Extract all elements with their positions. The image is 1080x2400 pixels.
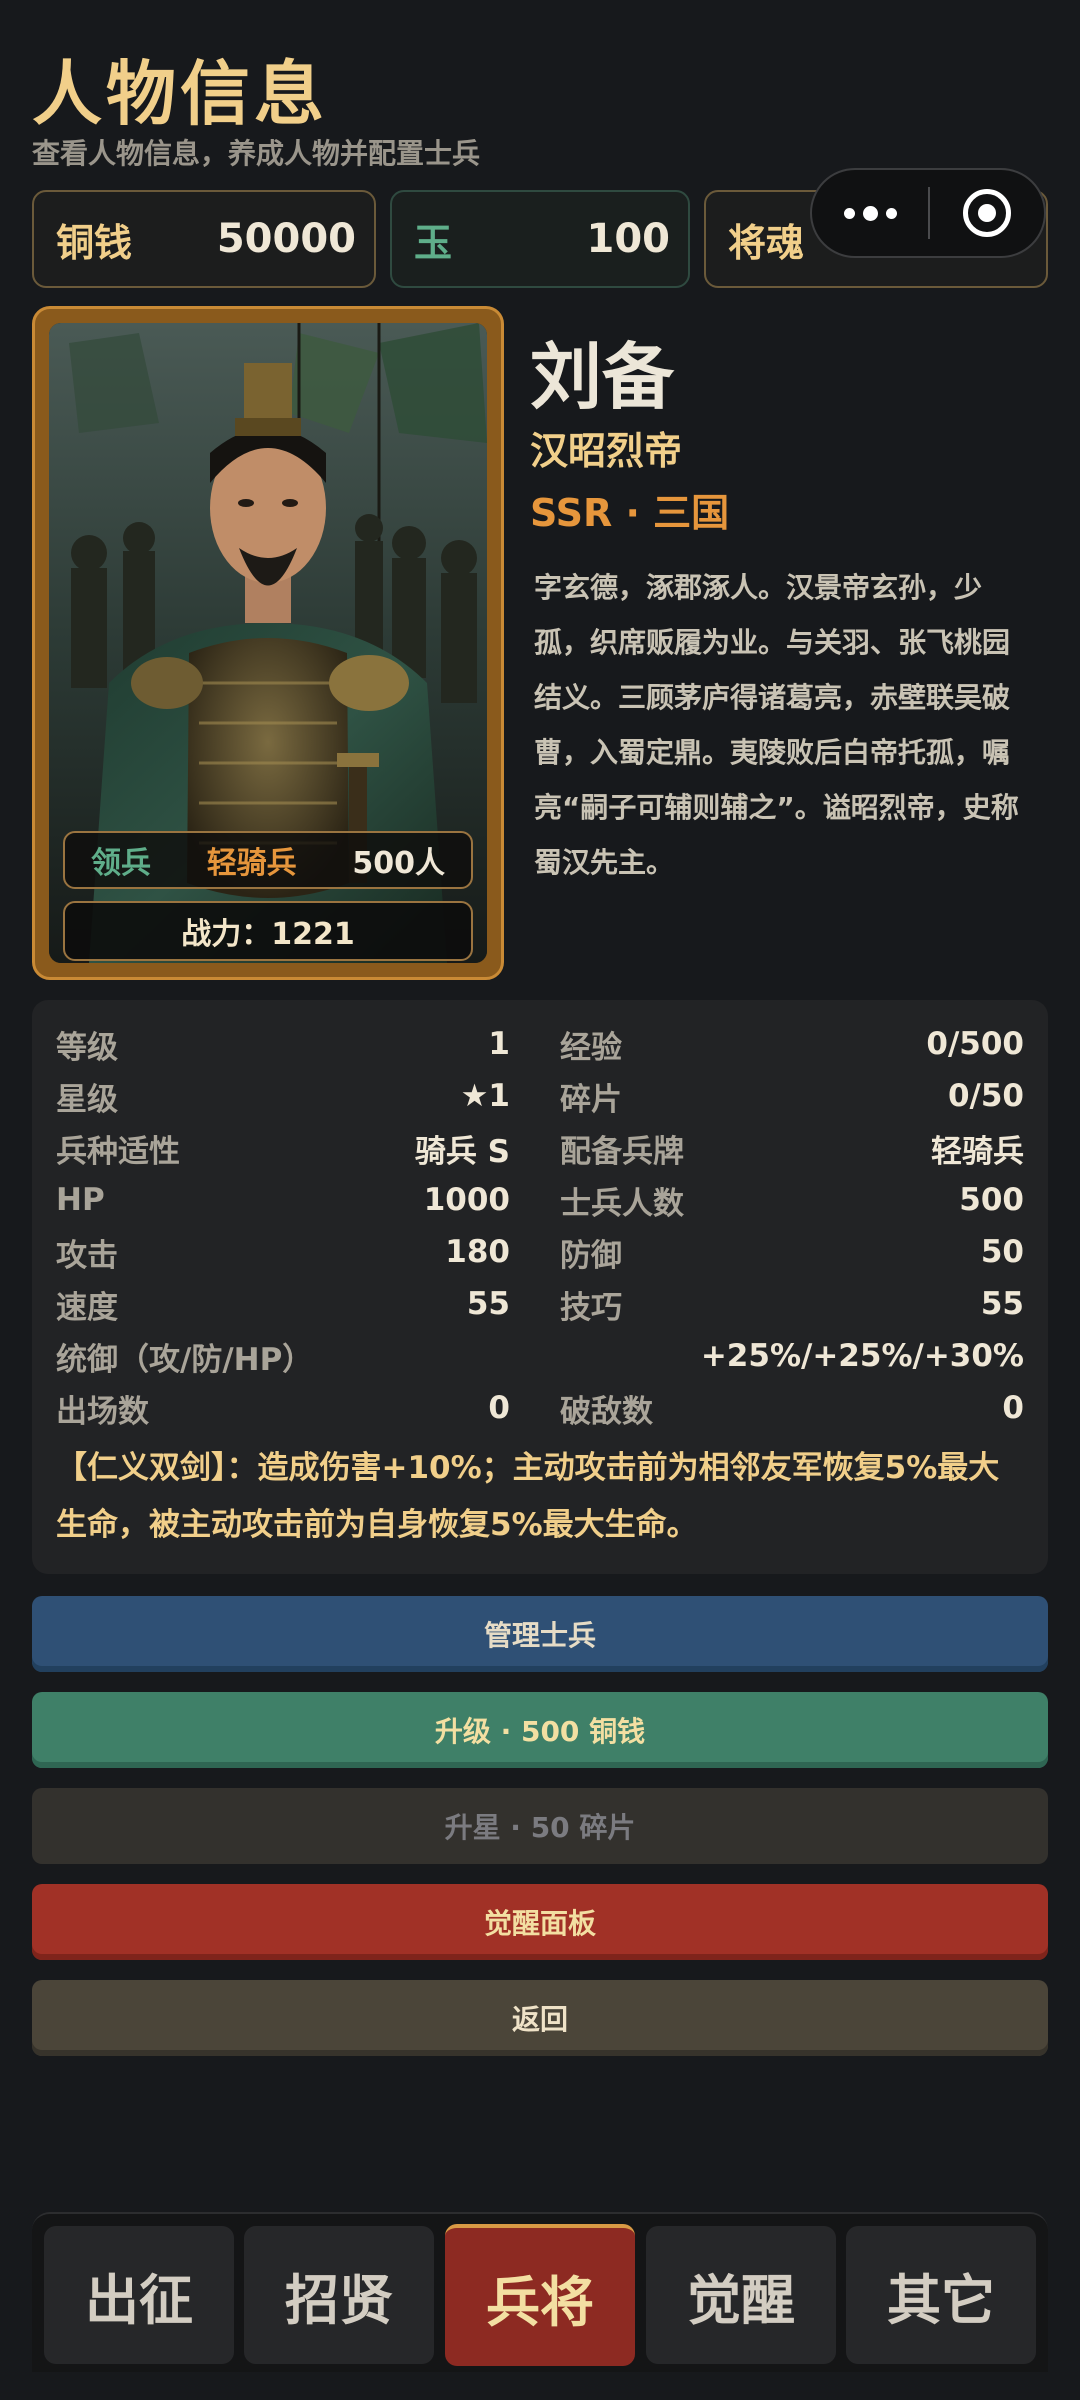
stat-value: 50: [980, 1234, 1024, 1270]
stat-value: 1000: [423, 1182, 510, 1218]
troop-label: 领兵: [91, 846, 151, 881]
command-value: +25%/+25%/+30%: [700, 1338, 1024, 1374]
copper-currency: 铜钱 50000: [32, 190, 376, 288]
hero-rarity: SSR · 三国: [530, 491, 730, 535]
stat-label: 等级: [56, 1029, 118, 1066]
stat-row: 攻击 180 防御 50: [56, 1226, 1024, 1278]
stat-label: 防御: [560, 1237, 622, 1274]
stat-label: 攻击: [56, 1237, 118, 1274]
appear-value: 0: [488, 1390, 510, 1426]
page-subtitle: 查看人物信息，养成人物并配置士兵: [32, 137, 481, 170]
stat-label: 碎片: [560, 1081, 622, 1118]
stat-value: ★1: [460, 1078, 510, 1114]
stat-label: 兵种适性: [56, 1133, 180, 1170]
stat-label: 士兵人数: [560, 1185, 684, 1222]
command-label: 统御（攻/防/HP）: [56, 1341, 314, 1378]
skill-description: 【仁义双剑】：造成伤害+10%；主动攻击前为相邻友军恢复5%最大生命，被主动攻击…: [56, 1450, 1000, 1543]
stat-value: 180: [445, 1234, 510, 1270]
tab-awaken[interactable]: 觉醒: [646, 2226, 836, 2364]
stat-label: 星级: [56, 1081, 118, 1118]
command-row: 统御（攻/防/HP） +25%/+25%/+30%: [56, 1330, 1024, 1382]
bottom-nav: 出征 招贤 兵将 觉醒 其它: [32, 2212, 1048, 2372]
stats-panel: 等级 1 经验 0/500 星级 ★1 碎片 0/50 兵种适性 骑兵 S 配备兵牌 轻骑兵…: [32, 1000, 1048, 1574]
manage-soldiers-button[interactable]: 管理士兵: [32, 1596, 1048, 1672]
upgrade-button[interactable]: 升级 · 500 铜钱: [32, 1692, 1048, 1768]
stat-label: 速度: [56, 1289, 118, 1326]
copper-value: 50000: [216, 216, 356, 262]
troop-type: 轻骑兵: [206, 846, 297, 881]
stat-value: 轻骑兵: [931, 1133, 1024, 1170]
hero-title: 汉昭烈帝: [530, 429, 683, 473]
stat-row: 星级 ★1 碎片 0/50: [56, 1070, 1024, 1122]
soul-label: 将魂: [728, 220, 805, 265]
hero-biography: 字玄德，涿郡涿人。汉景帝玄孙，少孤，织席贩履为业。与关羽、张飞桃园结义。三顾茅庐…: [534, 571, 1019, 879]
appear-label: 出场数: [56, 1393, 149, 1430]
tab-recruit[interactable]: 招贤: [244, 2226, 434, 2364]
more-dot-icon: [862, 205, 878, 221]
jade-label: 玉: [414, 220, 453, 265]
tab-expedition[interactable]: 出征: [44, 2226, 234, 2364]
more-dot-icon: [885, 207, 897, 219]
stat-value: 骑兵 S: [414, 1133, 510, 1170]
tab-generals[interactable]: 兵将: [445, 2224, 635, 2366]
back-button[interactable]: 返回: [32, 1980, 1048, 2056]
stat-label: 配备兵牌: [560, 1133, 684, 1170]
stat-row: HP 1000 士兵人数 500: [56, 1174, 1024, 1226]
target-close-icon: [963, 189, 1011, 237]
awaken-panel-button[interactable]: 觉醒面板: [32, 1884, 1048, 1960]
stat-row: 速度 55 技巧 55: [56, 1278, 1024, 1330]
hero-portrait-card: 领兵 轻骑兵 500人 战力：1221: [32, 306, 504, 980]
jade-value: 100: [586, 216, 671, 262]
stat-value: 500: [959, 1182, 1024, 1218]
stat-value: 55: [466, 1286, 510, 1322]
defeat-value: 0: [1002, 1390, 1024, 1426]
stat-value: 55: [980, 1286, 1024, 1322]
copper-label: 铜钱: [56, 220, 133, 265]
stat-row: 等级 1 经验 0/500: [56, 1018, 1024, 1070]
stat-label: 经验: [560, 1029, 622, 1066]
troop-count: 500人: [352, 846, 445, 881]
hero-name: 刘备: [530, 335, 675, 419]
more-dot-icon: [843, 207, 855, 219]
battle-record-row: 出场数 0 破敌数 0: [56, 1382, 1024, 1434]
stat-row: 兵种适性 骑兵 S 配备兵牌 轻骑兵: [56, 1122, 1024, 1174]
stat-value: 0/50: [947, 1078, 1024, 1114]
defeat-label: 破敌数: [560, 1393, 653, 1430]
stat-label: HP: [56, 1182, 105, 1218]
hero-portrait-frame: 领兵 轻骑兵 500人 战力：1221: [49, 323, 487, 963]
stat-label: 技巧: [560, 1289, 622, 1326]
stat-value: 1: [488, 1026, 510, 1062]
hero-info-page: 人物信息 查看人物信息，养成人物并配置士兵 铜钱 50000 玉 100 将魂 …: [0, 0, 1080, 2400]
mini-program-capsule: [810, 168, 1046, 258]
troop-info-row: 领兵 轻骑兵 500人: [63, 831, 473, 889]
stats-grid: 等级 1 经验 0/500 星级 ★1 碎片 0/50 兵种适性 骑兵 S 配备兵牌 轻骑兵…: [56, 1018, 1024, 1434]
tab-other[interactable]: 其它: [846, 2226, 1036, 2364]
combat-power: 战力：1221: [63, 901, 473, 961]
page-title: 人物信息: [32, 53, 328, 135]
jade-currency: 玉 100: [390, 190, 690, 288]
close-mini-program-button[interactable]: [930, 170, 1044, 256]
star-up-button[interactable]: 升星 · 50 碎片: [32, 1788, 1048, 1864]
more-options-button[interactable]: [812, 170, 928, 256]
stat-value: 0/500: [926, 1026, 1024, 1062]
